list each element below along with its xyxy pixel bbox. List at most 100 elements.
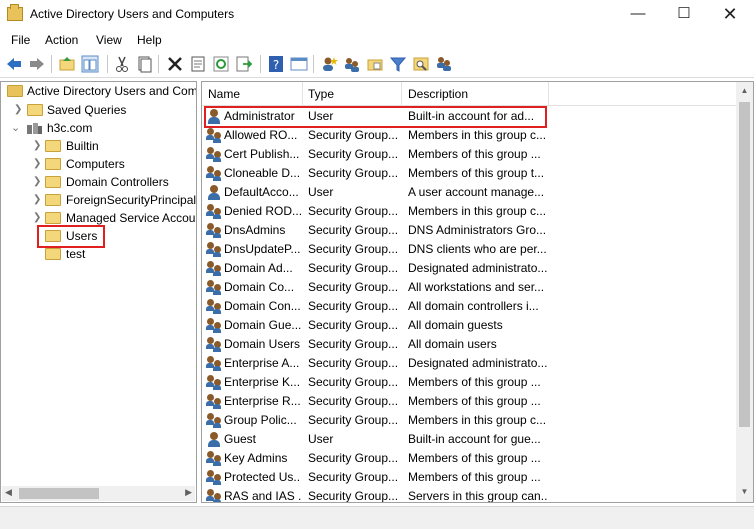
back-arrow-icon[interactable] — [5, 55, 23, 73]
table-row[interactable]: Domain Users Security Group... All domain … — [202, 335, 738, 354]
toolbar-separator — [51, 55, 52, 73]
scroll-left-icon[interactable]: ◀ — [5, 487, 12, 498]
up-folder-icon[interactable] — [58, 55, 76, 73]
toolbar-separator — [313, 55, 314, 73]
delete-icon[interactable] — [166, 55, 184, 73]
domain-icon — [27, 123, 42, 134]
refresh-icon[interactable] — [212, 55, 230, 73]
column-divider[interactable] — [302, 82, 303, 105]
new-ou-icon[interactable] — [366, 55, 384, 73]
tree-item-builtin[interactable]: ❯ Builtin — [1, 137, 196, 155]
scroll-down-icon[interactable]: ▼ — [736, 487, 753, 496]
export-list-icon[interactable] — [235, 55, 253, 73]
type-cell: Security Group... — [308, 166, 398, 180]
description-cell: Members of this group t... — [408, 166, 545, 180]
description-cell: Members of this group ... — [408, 451, 541, 465]
tree-root[interactable]: Active Directory Users and Com — [1, 82, 196, 100]
table-row[interactable]: Denied ROD... Security Group... Members in… — [202, 202, 738, 221]
type-cell: Security Group... — [308, 375, 398, 389]
description-cell: All workstations and ser... — [408, 280, 545, 294]
table-row[interactable]: Enterprise K... Security Group... Members … — [202, 373, 738, 392]
chevron-right-icon[interactable]: ❯ — [33, 191, 41, 209]
column-divider[interactable] — [401, 82, 402, 105]
forward-arrow-icon[interactable] — [28, 55, 46, 73]
find-icon[interactable] — [412, 55, 430, 73]
table-row[interactable]: Enterprise R... Security Group... Members … — [202, 392, 738, 411]
description-cell: Built-in account for gue... — [408, 432, 541, 446]
table-row[interactable]: Allowed RO... Security Group... Members in… — [202, 126, 738, 145]
user-icon — [206, 432, 222, 447]
description-cell: Members of this group ... — [408, 470, 541, 484]
description-cell: Members in this group c... — [408, 204, 547, 218]
chevron-right-icon[interactable]: ❯ — [33, 137, 41, 155]
scroll-thumb[interactable] — [739, 102, 750, 427]
table-row[interactable]: Domain Con... Security Group... All domain… — [202, 297, 738, 316]
table-row[interactable]: Cert Publish... Security Group... Members … — [202, 145, 738, 164]
table-row[interactable]: DefaultAcco... User A user account manage.… — [202, 183, 738, 202]
table-row[interactable]: DnsUpdateP... Security Group... DNS client… — [202, 240, 738, 259]
chevron-right-icon[interactable]: ❯ — [14, 101, 22, 119]
table-row[interactable]: DnsAdmins Security Group... DNS Administra… — [202, 221, 738, 240]
tree-item-saved-queries[interactable]: ❯ Saved Queries — [1, 101, 196, 119]
show-console-tree-icon[interactable] — [81, 55, 99, 73]
console-view-icon[interactable] — [290, 55, 308, 73]
name-cell: Allowed RO... — [224, 128, 298, 142]
scroll-right-icon[interactable]: ▶ — [185, 487, 192, 498]
group-icon — [206, 147, 222, 162]
toolbar-separator — [260, 55, 261, 73]
table-row[interactable]: RAS and IAS ... Security Group... Servers … — [202, 487, 738, 502]
table-row[interactable]: Group Polic... Security Group... Members i… — [202, 411, 738, 430]
chevron-right-icon[interactable]: ❯ — [33, 173, 41, 191]
column-divider[interactable] — [548, 82, 549, 105]
tree-item-foreign-security-principals[interactable]: ❯ ForeignSecurityPrincipals — [1, 191, 196, 209]
menu-help[interactable]: Help — [137, 33, 162, 47]
properties-icon[interactable] — [189, 55, 207, 73]
group-icon — [206, 375, 222, 390]
column-header-name[interactable]: Name — [208, 87, 240, 101]
tree-item-domain[interactable]: ⌄ h3c.com — [1, 119, 196, 137]
group-icon — [206, 280, 222, 295]
maximize-button[interactable]: ☐ — [661, 0, 707, 30]
tree-horizontal-scrollbar[interactable]: ◀ ▶ — [2, 486, 195, 501]
toolbar-separator — [107, 55, 108, 73]
table-row[interactable]: Protected Us... Security Group... Members … — [202, 468, 738, 487]
table-row[interactable]: Enterprise A... Security Group... Designat… — [202, 354, 738, 373]
chevron-down-icon[interactable]: ⌄ — [11, 119, 20, 137]
table-row[interactable]: Domain Ad... Security Group... Designated … — [202, 259, 738, 278]
tree-item-domain-controllers[interactable]: ❯ Domain Controllers — [1, 173, 196, 191]
copy-icon[interactable] — [136, 55, 154, 73]
group-icon — [206, 204, 222, 219]
new-user-icon[interactable] — [320, 55, 338, 73]
name-cell: Key Admins — [224, 451, 288, 465]
minimize-button[interactable]: — — [615, 0, 661, 30]
column-header-description[interactable]: Description — [408, 87, 468, 101]
type-cell: Security Group... — [308, 356, 398, 370]
new-group-icon[interactable] — [343, 55, 361, 73]
tree-item-test[interactable]: test — [1, 245, 196, 263]
close-button[interactable]: ✕ — [707, 0, 753, 30]
table-row[interactable]: Key Admins Security Group... Members of th… — [202, 449, 738, 468]
list-vertical-scrollbar[interactable]: ▲ ▼ — [736, 82, 753, 502]
administrator-highlight-box — [204, 106, 547, 128]
menu-action[interactable]: Action — [45, 33, 78, 47]
details-list: Name Type Description Administrator User B… — [201, 81, 754, 503]
filter-icon[interactable] — [389, 55, 407, 73]
add-to-group-icon[interactable] — [435, 55, 453, 73]
scroll-thumb[interactable] — [19, 488, 99, 499]
toolbar-separator — [158, 55, 159, 73]
scroll-up-icon[interactable]: ▲ — [736, 86, 753, 95]
description-cell: Designated administrato... — [408, 261, 548, 275]
tree-item-computers[interactable]: ❯ Computers — [1, 155, 196, 173]
type-cell: Security Group... — [308, 242, 398, 256]
table-row[interactable]: Domain Gue... Security Group... All domain… — [202, 316, 738, 335]
menu-file[interactable]: File — [11, 33, 30, 47]
menu-view[interactable]: View — [96, 33, 122, 47]
column-header-type[interactable]: Type — [308, 87, 334, 101]
chevron-right-icon[interactable]: ❯ — [33, 155, 41, 173]
cut-icon[interactable] — [113, 55, 131, 73]
table-row[interactable]: Guest User Built-in account for gue... — [202, 430, 738, 449]
table-row[interactable]: Domain Co... Security Group... All worksta… — [202, 278, 738, 297]
help-icon[interactable]: ? — [267, 55, 285, 73]
table-row[interactable]: Cloneable D... Security Group... Members o… — [202, 164, 738, 183]
status-bar — [0, 506, 754, 529]
